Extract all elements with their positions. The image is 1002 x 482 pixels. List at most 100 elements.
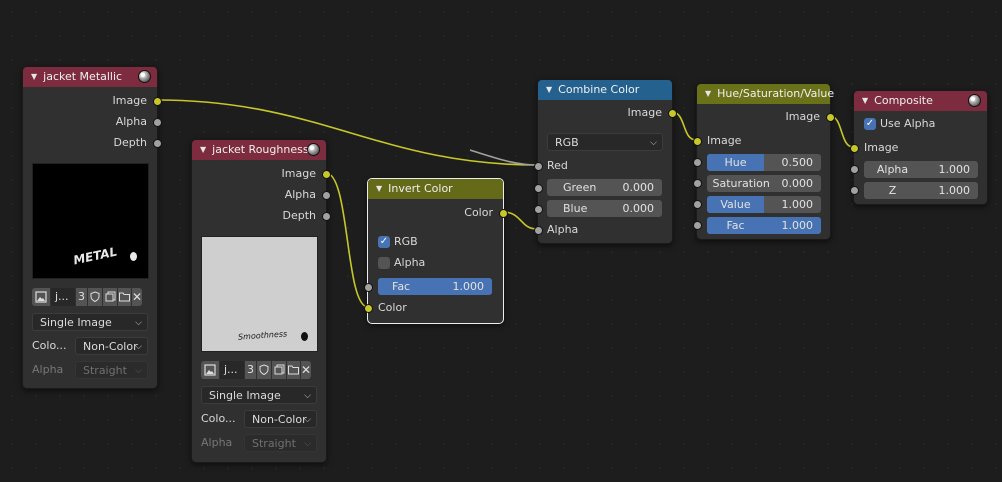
hue-label: Hue xyxy=(724,156,747,169)
link-roughness-to-invert xyxy=(325,172,369,308)
preview-blob xyxy=(130,252,137,261)
input-image-label: Image xyxy=(864,141,899,154)
z-field[interactable]: Z 1.000 xyxy=(864,182,978,199)
output-alpha-socket[interactable] xyxy=(322,191,331,200)
saturation-slider[interactable]: Saturation 0.000 xyxy=(707,175,821,192)
green-field[interactable]: Green 0.000 xyxy=(547,179,662,196)
value-slider[interactable]: Value 1.000 xyxy=(707,196,821,213)
alpha-mode-label: Alpha xyxy=(32,363,64,376)
node-jacket-metallic[interactable]: ▼ jacket Metallic Image Alpha Depth METAL… xyxy=(22,66,162,389)
image-name-field[interactable]: j... xyxy=(51,288,75,306)
input-fac-socket[interactable] xyxy=(693,221,702,230)
blue-field[interactable]: Blue 0.000 xyxy=(547,200,662,217)
output-alpha-socket[interactable] xyxy=(153,118,162,127)
input-color-socket[interactable] xyxy=(364,304,373,313)
node-title: jacket Roughness xyxy=(212,143,309,156)
collapse-icon[interactable]: ▼ xyxy=(200,140,206,160)
node-header[interactable]: ▼ Hue/Saturation/Value xyxy=(697,84,834,104)
output-image-label: Image xyxy=(627,106,662,119)
node-header[interactable]: ▼ jacket Roughness xyxy=(192,140,326,160)
fac-slider[interactable]: Fac 1.000 xyxy=(707,217,821,234)
input-alpha-socket[interactable] xyxy=(534,226,543,235)
image-preview: METAL xyxy=(32,163,149,279)
use-alpha-label: Use Alpha xyxy=(880,117,936,130)
fake-user-shield-icon[interactable] xyxy=(257,361,271,379)
color-space-dropdown[interactable]: Non-Color ⌵ xyxy=(244,410,317,428)
output-color-socket[interactable] xyxy=(499,209,508,218)
alpha-mode-value: Straight xyxy=(83,364,127,377)
input-value-socket[interactable] xyxy=(693,200,702,209)
node-header[interactable]: ▼ Composite xyxy=(854,91,987,111)
fac-label: Fac xyxy=(726,219,745,232)
output-image-socket[interactable] xyxy=(322,170,331,179)
image-preview: Smoothness xyxy=(201,236,318,352)
collapse-icon[interactable]: ▼ xyxy=(376,179,382,199)
fac-slider[interactable]: Fac 1.000 xyxy=(378,278,492,295)
input-image-socket[interactable] xyxy=(693,137,702,146)
color-space-label: Colo... xyxy=(32,339,67,352)
fake-user-shield-icon[interactable] xyxy=(88,288,102,306)
green-value: 0.000 xyxy=(622,181,655,194)
link-metallic-to-combine-red-tail xyxy=(469,149,538,166)
input-fac-socket[interactable] xyxy=(364,283,373,292)
z-value: 1.000 xyxy=(938,184,971,197)
alpha-field[interactable]: Alpha 1.000 xyxy=(864,161,978,178)
node-title: Invert Color xyxy=(388,182,453,195)
mode-dropdown[interactable]: RGB ⌵ xyxy=(547,133,663,151)
output-depth-socket[interactable] xyxy=(153,139,162,148)
input-alpha-socket[interactable] xyxy=(850,165,859,174)
input-image-socket[interactable] xyxy=(850,144,859,153)
input-red-socket[interactable] xyxy=(534,162,543,171)
image-users-count[interactable]: 3 xyxy=(76,288,87,306)
preview-sphere-icon[interactable] xyxy=(138,70,151,83)
chevron-down-icon: ⌵ xyxy=(135,318,142,328)
preview-sphere-icon[interactable] xyxy=(307,143,320,156)
open-folder-icon[interactable] xyxy=(118,288,131,306)
node-hue-saturation-value[interactable]: ▼ Hue/Saturation/Value Image Image Hue 0.… xyxy=(693,83,835,240)
node-composite[interactable]: ▼ Composite ✓ Use Alpha Image Alpha 1.000… xyxy=(850,90,988,205)
image-browse-icon[interactable] xyxy=(201,361,219,379)
output-image-socket[interactable] xyxy=(826,113,835,122)
node-invert-color[interactable]: ▼ Invert Color Color ✓ RGB Alpha Fac 1.00… xyxy=(364,178,508,324)
node-title: Hue/Saturation/Value xyxy=(717,87,835,100)
rgb-checkbox[interactable]: ✓ xyxy=(378,236,390,248)
input-green-socket[interactable] xyxy=(534,184,543,193)
source-dropdown[interactable]: Single Image ⌵ xyxy=(201,386,317,404)
alpha-label: Alpha xyxy=(394,256,426,269)
image-browse-icon[interactable] xyxy=(32,288,50,306)
source-dropdown[interactable]: Single Image ⌵ xyxy=(32,313,148,331)
use-alpha-checkbox[interactable]: ✓ xyxy=(864,118,876,130)
duplicate-icon[interactable] xyxy=(103,288,117,306)
image-users-count[interactable]: 3 xyxy=(245,361,256,379)
node-header[interactable]: ▼ Invert Color xyxy=(368,179,503,199)
close-icon[interactable]: ✕ xyxy=(301,361,311,379)
color-space-dropdown[interactable]: Non-Color ⌵ xyxy=(75,337,148,355)
input-z-socket[interactable] xyxy=(850,186,859,195)
input-blue-socket[interactable] xyxy=(534,205,543,214)
output-image-socket[interactable] xyxy=(153,97,162,106)
chevron-down-icon: ⌵ xyxy=(304,439,311,449)
hue-slider[interactable]: Hue 0.500 xyxy=(707,154,821,171)
collapse-icon[interactable]: ▼ xyxy=(705,84,711,104)
node-header[interactable]: ▼ Combine Color xyxy=(538,80,672,100)
chevron-down-icon: ⌵ xyxy=(304,391,311,401)
rgb-label: RGB xyxy=(394,235,418,248)
input-saturation-socket[interactable] xyxy=(693,179,702,188)
node-header[interactable]: ▼ jacket Metallic xyxy=(23,67,157,87)
fac-label: Fac xyxy=(392,280,411,293)
image-name-field[interactable]: j... xyxy=(220,361,244,379)
node-jacket-roughness[interactable]: ▼ jacket Roughness Image Alpha Depth Smoo… xyxy=(191,139,331,463)
duplicate-icon[interactable] xyxy=(272,361,286,379)
input-hue-socket[interactable] xyxy=(693,158,702,167)
output-depth-socket[interactable] xyxy=(322,212,331,221)
alpha-checkbox[interactable] xyxy=(378,257,390,269)
open-folder-icon[interactable] xyxy=(287,361,300,379)
output-image-socket[interactable] xyxy=(668,109,677,118)
collapse-icon[interactable]: ▼ xyxy=(546,80,552,100)
node-combine-color[interactable]: ▼ Combine Color Image RGB ⌵ Red Green 0.00… xyxy=(534,79,677,244)
preview-sphere-icon[interactable] xyxy=(968,94,981,107)
close-icon[interactable]: ✕ xyxy=(132,288,142,306)
collapse-icon[interactable]: ▼ xyxy=(862,91,868,111)
collapse-icon[interactable]: ▼ xyxy=(31,67,37,87)
node-title: Composite xyxy=(874,94,933,107)
